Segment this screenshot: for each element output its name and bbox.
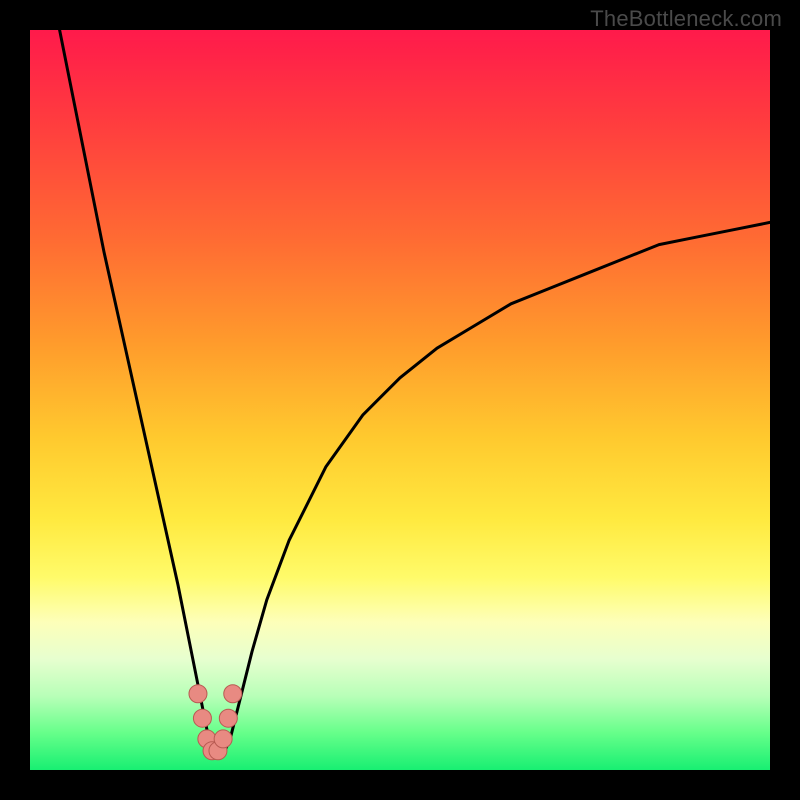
- valley-marker: [189, 685, 207, 703]
- plot-area: [30, 30, 770, 770]
- valley-markers: [189, 685, 242, 760]
- chart-frame: TheBottleneck.com: [0, 0, 800, 800]
- valley-marker: [214, 730, 232, 748]
- curve-svg: [30, 30, 770, 770]
- curve-path: [60, 30, 770, 755]
- valley-marker: [224, 685, 242, 703]
- bottleneck-curve: [60, 30, 770, 755]
- valley-marker: [193, 709, 211, 727]
- watermark-text: TheBottleneck.com: [590, 6, 782, 32]
- valley-marker: [219, 709, 237, 727]
